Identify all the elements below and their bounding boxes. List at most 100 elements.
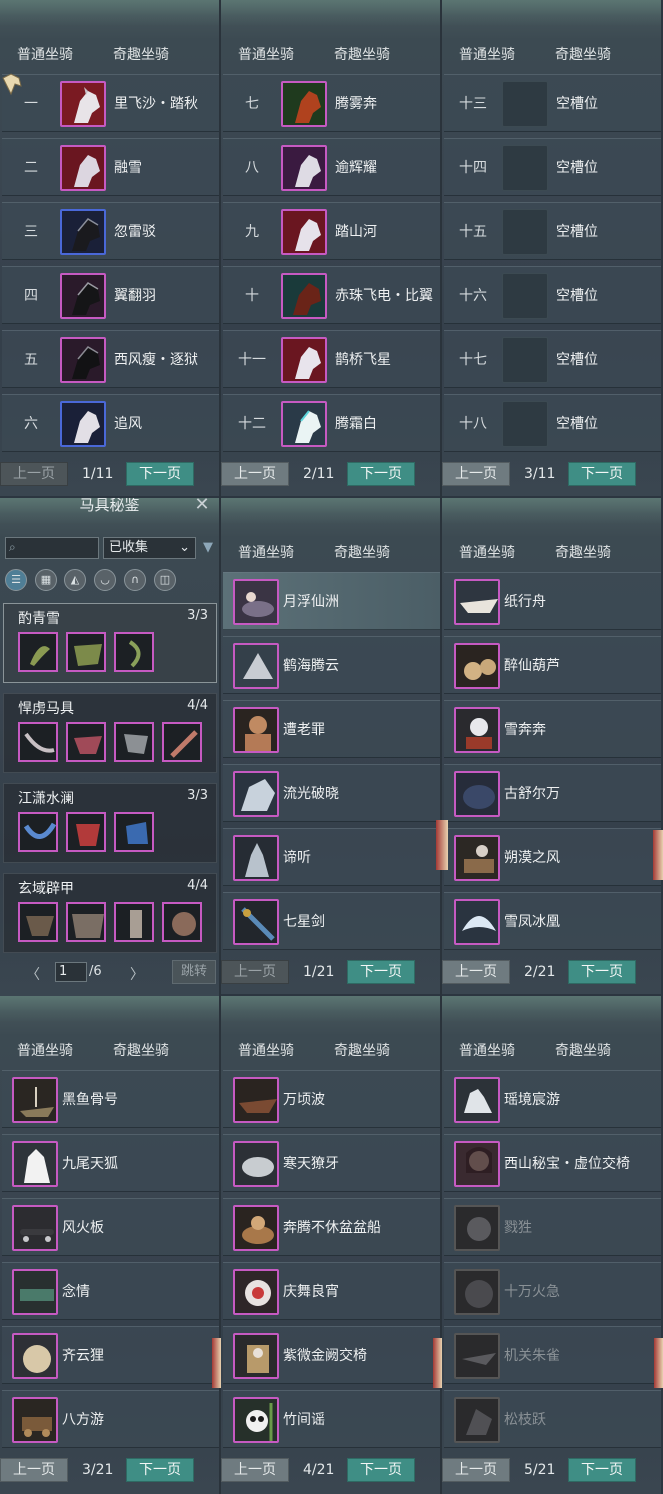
tack-piece-icon[interactable] — [114, 632, 154, 672]
mount-slot[interactable]: 谛听 — [223, 828, 440, 886]
tab-fun-mount[interactable]: 奇趣坐骑 — [334, 44, 390, 64]
chevron-left-icon[interactable]: 〈 — [26, 964, 40, 984]
tab-normal-mount[interactable]: 普通坐骑 — [459, 542, 515, 562]
mount-slot[interactable]: 七 腾雾奔 — [223, 74, 440, 132]
mount-slot[interactable]: 三 忽雷驳 — [2, 202, 219, 260]
category-grid-button[interactable]: ▦ — [35, 569, 57, 591]
tab-normal-mount[interactable]: 普通坐骑 — [459, 44, 515, 64]
mount-slot[interactable]: 二 融雪 — [2, 138, 219, 196]
mount-slot[interactable]: 雪奔奔 — [444, 700, 661, 758]
mount-slot[interactable]: 一里飞沙・踏秋 — [2, 74, 219, 132]
filter-icon[interactable]: ▼ — [203, 540, 217, 556]
prev-page-button[interactable]: 上一页 — [442, 462, 510, 486]
next-page-button[interactable]: 下一页 — [568, 462, 636, 486]
tab-normal-mount[interactable]: 普通坐骑 — [238, 542, 294, 562]
tack-piece-icon[interactable] — [18, 722, 58, 762]
next-page-button[interactable]: 下一页 — [347, 960, 415, 984]
category-saddle-button[interactable]: ◭ — [64, 569, 86, 591]
tack-set-item[interactable]: 悍虏马具 4/4 — [3, 693, 217, 773]
tab-fun-mount[interactable]: 奇趣坐骑 — [555, 1040, 611, 1060]
tack-piece-icon[interactable] — [66, 902, 106, 942]
mount-slot[interactable]: 八 逾辉耀 — [223, 138, 440, 196]
mount-slot[interactable]: 念情 — [2, 1262, 219, 1320]
mount-slot[interactable]: 五 西风瘦・逐狱 — [2, 330, 219, 388]
tab-fun-mount[interactable]: 奇趣坐骑 — [334, 1040, 390, 1060]
mount-slot[interactable]: 松枝跃 — [444, 1390, 661, 1448]
mount-slot[interactable]: 醉仙葫芦 — [444, 636, 661, 694]
mount-slot[interactable]: 古舒尔万 — [444, 764, 661, 822]
tab-normal-mount[interactable]: 普通坐骑 — [238, 1040, 294, 1060]
mount-slot[interactable]: 月浮仙洲 — [223, 572, 440, 630]
tack-piece-icon[interactable] — [66, 632, 106, 672]
chevron-right-icon[interactable]: 〉 — [130, 964, 144, 984]
tab-normal-mount[interactable]: 普通坐骑 — [238, 44, 294, 64]
mount-slot[interactable]: 瑶境宸游 — [444, 1070, 661, 1128]
tab-fun-mount[interactable]: 奇趣坐骑 — [113, 1040, 169, 1060]
mount-slot[interactable]: 十八 空槽位 — [444, 394, 661, 452]
tab-fun-mount[interactable]: 奇趣坐骑 — [113, 44, 169, 64]
collection-filter-select[interactable]: 已收集 ⌄ — [103, 537, 196, 559]
next-page-button[interactable]: 下一页 — [568, 960, 636, 984]
search-input[interactable]: ⌕ — [5, 537, 99, 559]
mount-slot[interactable]: 九尾天狐 — [2, 1134, 219, 1192]
tack-piece-icon[interactable] — [162, 722, 202, 762]
mount-slot[interactable]: 鹤海腾云 — [223, 636, 440, 694]
mount-slot[interactable]: 纸行舟 — [444, 572, 661, 630]
prev-page-button[interactable]: 上一页 — [0, 462, 68, 486]
mount-slot[interactable]: 西山秘宝・虚位交椅 — [444, 1134, 661, 1192]
category-armor-button[interactable]: ◫ — [154, 569, 176, 591]
category-all-button[interactable]: ☰ — [5, 569, 27, 591]
tack-piece-icon[interactable] — [18, 632, 58, 672]
tab-fun-mount[interactable]: 奇趣坐骑 — [334, 542, 390, 562]
mount-slot[interactable]: 十五 空槽位 — [444, 202, 661, 260]
tab-normal-mount[interactable]: 普通坐骑 — [17, 1040, 73, 1060]
tab-normal-mount[interactable]: 普通坐骑 — [459, 1040, 515, 1060]
tack-set-item[interactable]: 玄域辟甲 4/4 — [3, 873, 217, 953]
mount-slot[interactable]: 八方游 — [2, 1390, 219, 1448]
mount-slot[interactable]: 六 追风 — [2, 394, 219, 452]
mount-slot[interactable]: 寒天獠牙 — [223, 1134, 440, 1192]
prev-page-button[interactable]: 上一页 — [442, 960, 510, 984]
next-page-button[interactable]: 下一页 — [126, 462, 194, 486]
tack-piece-icon[interactable] — [162, 902, 202, 942]
mount-slot[interactable]: 齐云狸 — [2, 1326, 219, 1384]
tack-piece-icon[interactable] — [18, 902, 58, 942]
prev-page-button[interactable]: 上一页 — [221, 462, 289, 486]
prev-page-button[interactable]: 上一页 — [442, 1458, 510, 1482]
mount-slot[interactable]: 万顷波 — [223, 1070, 440, 1128]
category-bridle-button[interactable]: ◡ — [94, 569, 116, 591]
mount-slot[interactable]: 雪凤冰凰 — [444, 892, 661, 950]
tack-piece-icon[interactable] — [114, 812, 154, 852]
mount-slot[interactable]: 竹间谣 — [223, 1390, 440, 1448]
mount-slot[interactable]: 流光破晓 — [223, 764, 440, 822]
mount-slot[interactable]: 十一 鹊桥飞星 — [223, 330, 440, 388]
mount-slot[interactable]: 机关朱雀 — [444, 1326, 661, 1384]
tack-piece-icon[interactable] — [114, 722, 154, 762]
next-page-button[interactable]: 下一页 — [568, 1458, 636, 1482]
mount-slot[interactable]: 十 赤珠飞电・比翼 — [223, 266, 440, 324]
mount-slot[interactable]: 风火板 — [2, 1198, 219, 1256]
tack-piece-icon[interactable] — [66, 722, 106, 762]
page-number-input[interactable]: 1 — [55, 962, 87, 982]
mount-slot[interactable]: 十三 空槽位 — [444, 74, 661, 132]
mount-slot[interactable]: 十四 空槽位 — [444, 138, 661, 196]
tab-fun-mount[interactable]: 奇趣坐骑 — [555, 44, 611, 64]
mount-slot[interactable]: 黑鱼骨号 — [2, 1070, 219, 1128]
mount-slot[interactable]: 十万火急 — [444, 1262, 661, 1320]
tack-piece-icon[interactable] — [114, 902, 154, 942]
mount-slot[interactable]: 十七 空槽位 — [444, 330, 661, 388]
prev-page-button[interactable]: 上一页 — [0, 1458, 68, 1482]
next-page-button[interactable]: 下一页 — [347, 462, 415, 486]
mount-slot[interactable]: 遭老罪 — [223, 700, 440, 758]
close-icon[interactable]: ✕ — [192, 498, 212, 516]
mount-slot[interactable]: 七星剑 — [223, 892, 440, 950]
mount-slot[interactable]: 十二 腾霜白 — [223, 394, 440, 452]
tack-piece-icon[interactable] — [66, 812, 106, 852]
mount-slot[interactable]: 紫微金阙交椅 — [223, 1326, 440, 1384]
tack-set-item[interactable]: 酌青雪 3/3 — [3, 603, 217, 683]
mount-slot[interactable]: 九 踏山河 — [223, 202, 440, 260]
tab-fun-mount[interactable]: 奇趣坐骑 — [555, 542, 611, 562]
jump-button[interactable]: 跳转 — [172, 960, 216, 984]
category-horseshoe-button[interactable]: ∩ — [124, 569, 146, 591]
mount-slot[interactable]: 奔腾不休盆盆船 — [223, 1198, 440, 1256]
